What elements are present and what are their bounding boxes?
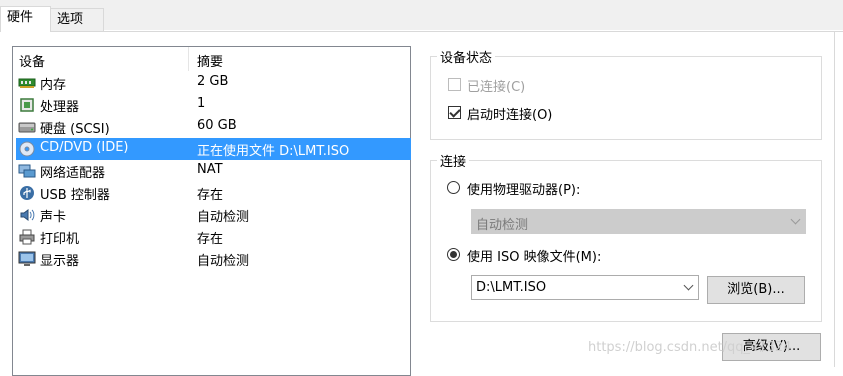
connect-at-power-on-label: 启动时连接(O) — [467, 108, 553, 123]
column-header-device[interactable]: 设备 — [19, 51, 45, 70]
tab-options[interactable]: 选项 — [51, 8, 104, 32]
device-name: 硬盘 (SCSI) — [40, 122, 110, 137]
device-row-printer[interactable]: 打印机 存在 — [16, 226, 411, 248]
device-list[interactable]: 设备 摘要 内存 2 GB 处理器 1 硬盘 (SCSI) 60 GB CD/D… — [12, 46, 411, 376]
browse-button[interactable]: 浏览(B)... — [707, 276, 805, 304]
iso-path-value: D:\LMT.ISO — [476, 280, 547, 295]
device-name: 网络适配器 — [40, 166, 106, 181]
connected-checkbox[interactable] — [448, 78, 461, 91]
device-name: 内存 — [40, 78, 67, 93]
connect-at-power-on-checkbox[interactable] — [448, 106, 461, 119]
cd-dvd-icon — [19, 141, 35, 157]
device-summary: 自动检测 — [197, 254, 250, 269]
device-row-memory[interactable]: 内存 2 GB — [16, 72, 411, 94]
device-row-sound-card[interactable]: 声卡 自动检测 — [16, 204, 411, 226]
printer-icon — [19, 229, 35, 245]
device-name: 显示器 — [40, 254, 80, 269]
device-row-network-adapter[interactable]: 网络适配器 NAT — [16, 160, 411, 182]
processor-icon — [20, 98, 34, 112]
device-summary: 存在 — [197, 232, 224, 247]
device-row-cd-dvd[interactable]: CD/DVD (IDE) 正在使用文件 D:\LMT.ISO — [16, 138, 411, 160]
hard-disk-icon — [18, 122, 36, 133]
physical-drive-select[interactable]: 自动检测 — [471, 209, 806, 234]
connected-label: 已连接(C) — [467, 80, 526, 95]
physical-drive-radio[interactable] — [447, 181, 460, 194]
device-summary: 存在 — [197, 188, 224, 203]
column-separator[interactable] — [188, 47, 189, 71]
column-header-summary[interactable]: 摘要 — [197, 51, 223, 70]
device-row-hard-disk[interactable]: 硬盘 (SCSI) 60 GB — [16, 116, 411, 138]
usb-icon — [20, 186, 34, 200]
iso-path-combobox[interactable]: D:\LMT.ISO — [471, 275, 699, 300]
chevron-down-icon — [683, 280, 694, 291]
tab-strip: 硬件 选项 — [0, 0, 843, 32]
device-name: CD/DVD (IDE) — [40, 140, 129, 155]
watermark-text: https://blog.csdn.net/qq_41324 — [588, 340, 792, 355]
checkmark-icon — [449, 106, 461, 118]
tab-hardware[interactable]: 硬件 — [0, 6, 51, 32]
device-row-usb-controller[interactable]: USB 控制器 存在 — [16, 182, 411, 204]
device-summary: 60 GB — [197, 118, 237, 133]
tab-divider — [0, 31, 843, 32]
connection-group: 连接 使用物理驱动器(P): 自动检测 使用 ISO 映像文件(M): D:\L… — [430, 151, 822, 322]
network-adapter-icon — [18, 164, 36, 178]
device-summary: 1 — [197, 96, 206, 111]
physical-drive-label: 使用物理驱动器(P): — [467, 183, 581, 198]
device-summary: NAT — [197, 162, 223, 177]
device-row-processor[interactable]: 处理器 1 — [16, 94, 411, 116]
device-name: USB 控制器 — [40, 188, 110, 203]
device-name: 打印机 — [40, 232, 80, 247]
memory-icon — [18, 78, 36, 88]
device-name: 处理器 — [40, 100, 80, 115]
radio-dot — [450, 251, 457, 258]
device-row-display[interactable]: 显示器 自动检测 — [16, 248, 411, 270]
device-status-title: 设备状态 — [437, 47, 496, 66]
device-summary: 自动检测 — [197, 210, 250, 225]
iso-image-radio[interactable] — [447, 248, 460, 261]
iso-image-label: 使用 ISO 映像文件(M): — [467, 250, 602, 265]
device-name: 声卡 — [40, 210, 67, 225]
page-border — [834, 31, 835, 367]
device-status-group: 设备状态 已连接(C) 启动时连接(O) — [430, 47, 822, 140]
chevron-down-icon — [790, 214, 801, 225]
display-icon — [18, 251, 36, 266]
device-summary: 正在使用文件 D:\LMT.ISO — [197, 144, 350, 159]
device-summary: 2 GB — [197, 74, 229, 89]
sound-card-icon — [20, 209, 35, 221]
connection-title: 连接 — [437, 151, 470, 170]
physical-drive-select-value: 自动检测 — [476, 218, 529, 233]
device-list-header: 设备 摘要 — [13, 47, 410, 71]
